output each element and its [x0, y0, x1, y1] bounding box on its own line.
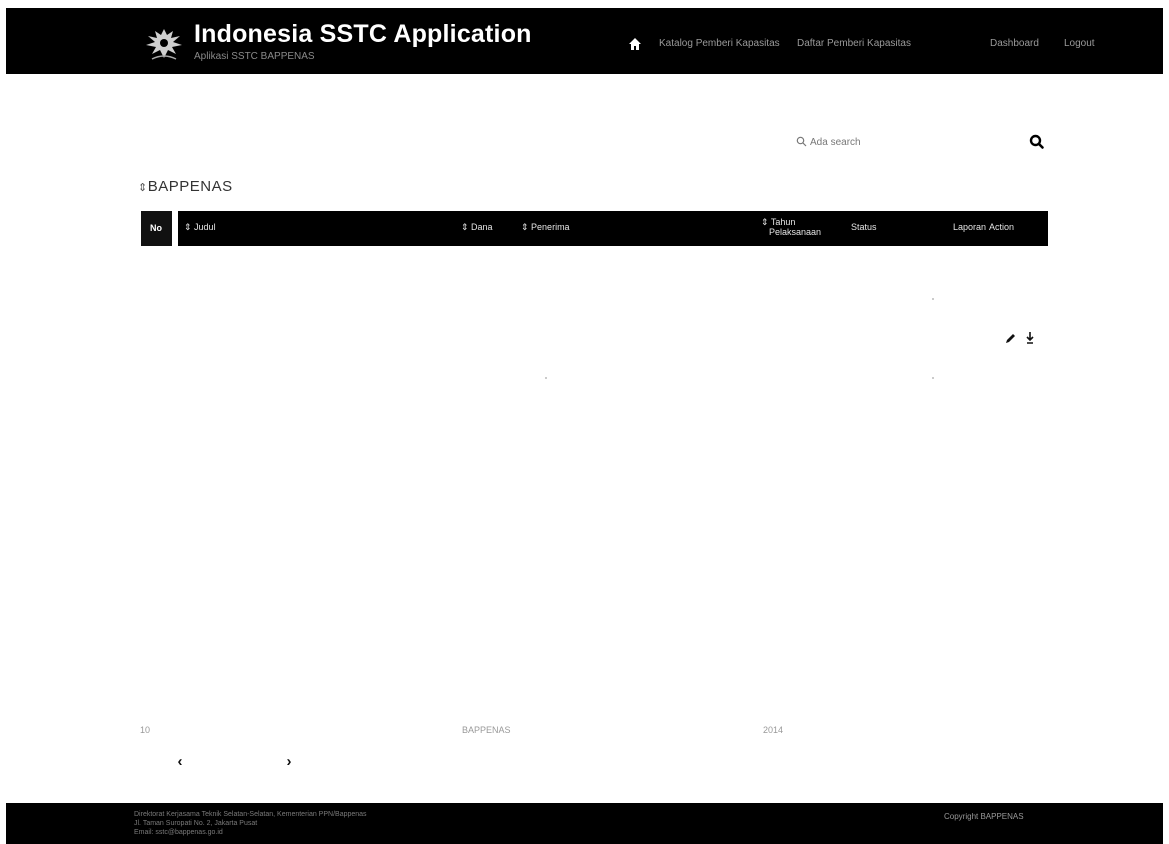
- col-action: Action: [989, 222, 1015, 232]
- cell-marker: [545, 377, 547, 379]
- search-input[interactable]: [796, 130, 1016, 154]
- table-header: No ⇕ Judul ⇕ Dana ⇕ Penerima ⇕ Tahun Pel…: [141, 211, 1048, 246]
- app-title[interactable]: Indonesia SSTC Application: [194, 20, 532, 49]
- col-judul[interactable]: ⇕ Judul: [184, 222, 216, 233]
- cell-marker: [932, 298, 934, 300]
- col-penerima[interactable]: ⇕ Penerima: [521, 222, 570, 233]
- col-no[interactable]: No: [141, 211, 172, 246]
- cell-marker: [932, 377, 934, 379]
- sort-icon: ⇕: [521, 222, 532, 232]
- header-divider: [172, 211, 178, 246]
- col-status[interactable]: Status: [851, 222, 877, 232]
- garuda-logo-icon[interactable]: [142, 23, 186, 63]
- nav-katalog[interactable]: Katalog Pemberi Kapasitas: [659, 38, 780, 49]
- footer-email[interactable]: Email: sstc@bappenas.go.id: [134, 829, 223, 836]
- footer: Direktorat Kerjasama Teknik Selatan-Sela…: [6, 803, 1163, 844]
- home-icon[interactable]: [628, 37, 642, 51]
- page-title: ⇕BAPPENAS: [138, 178, 233, 195]
- sort-icon: ⇕: [138, 182, 148, 194]
- page-source: BAPPENAS: [462, 725, 511, 735]
- nav-daftar[interactable]: Daftar Pemberi Kapasitas: [797, 38, 911, 49]
- col-dana[interactable]: ⇕ Dana: [461, 222, 493, 233]
- sort-icon: ⇕: [184, 222, 195, 232]
- next-page-button[interactable]: ›: [282, 753, 296, 770]
- page-year: 2014: [763, 725, 784, 735]
- footer-copyright: Copyright BAPPENAS: [944, 812, 1024, 821]
- sort-icon: ⇕: [461, 222, 472, 232]
- top-navbar: Indonesia SSTC Application Aplikasi SSTC…: [6, 8, 1163, 74]
- col-laporan[interactable]: Laporan: [953, 222, 986, 232]
- nav-logout[interactable]: Logout: [1064, 38, 1095, 49]
- sort-icon: ⇕: [761, 217, 771, 227]
- page-count: 10: [140, 725, 151, 735]
- edit-icon[interactable]: [1004, 331, 1016, 345]
- download-icon[interactable]: [1024, 331, 1036, 345]
- footer-address-line1: Direktorat Kerjasama Teknik Selatan-Sela…: [134, 811, 367, 818]
- search-bar: [796, 130, 1046, 154]
- prev-page-button[interactable]: ‹: [173, 753, 187, 770]
- footer-address-line2: Jl. Taman Suropati No. 2, Jakarta Pusat: [134, 820, 258, 827]
- col-tahun[interactable]: ⇕ Tahun Pelaksanaan: [761, 217, 821, 237]
- search-icon[interactable]: [1028, 133, 1046, 151]
- app-subtitle: Aplikasi SSTC BAPPENAS: [194, 51, 315, 62]
- nav-dashboard[interactable]: Dashboard: [990, 38, 1039, 49]
